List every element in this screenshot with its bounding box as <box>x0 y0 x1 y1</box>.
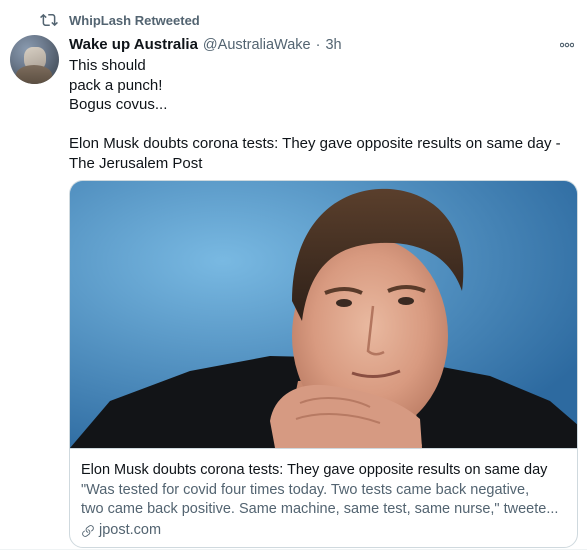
card-title: Elon Musk doubts corona tests: They gave… <box>81 462 548 478</box>
tweet-text-line: pack a punch! <box>69 76 163 94</box>
card-description-line: two came back positive. Same machine, sa… <box>81 501 559 517</box>
tweet-text-line: Elon Musk doubts corona tests: They gave… <box>69 135 561 152</box>
author-name[interactable]: Wake up Australia <box>69 36 198 53</box>
author-handle[interactable]: @AustraliaWake <box>203 37 311 53</box>
tweet-time[interactable]: 3h <box>325 37 341 53</box>
card-image[interactable] <box>70 181 577 448</box>
card-meta[interactable]: Elon Musk doubts corona tests: They gave… <box>70 448 577 547</box>
retweet-icon <box>40 11 58 29</box>
tweet-text-line <box>69 115 574 135</box>
more-icon <box>559 35 575 53</box>
card-description: "Was tested for covid four times today. … <box>81 481 568 519</box>
tweet-text: This should pack a punch! Bogus covus...… <box>69 56 574 173</box>
card-domain[interactable]: jpost.com <box>99 521 161 540</box>
link-icon <box>81 524 95 538</box>
card-description-line: "Was tested for covid four times today. … <box>81 482 530 498</box>
tweet-text-line: Bogus covus... <box>69 96 168 113</box>
tweet-header: Wake up Australia @AustraliaWake · 3h <box>69 36 342 53</box>
card-domain-row: jpost.com <box>81 521 568 540</box>
separator-dot: · <box>315 37 321 53</box>
link-preview-card[interactable]: Elon Musk doubts corona tests: They gave… <box>69 180 578 548</box>
tweet-text-line: The Jerusalem Post <box>69 154 203 172</box>
more-options-button[interactable] <box>556 35 578 53</box>
retweeter-label: WhipLash Retweeted <box>69 12 200 28</box>
tweet-container[interactable]: WhipLash Retweeted Wake up Australia @Au… <box>0 0 587 550</box>
tweet-text-line: This should <box>69 57 146 74</box>
retweet-context[interactable]: WhipLash Retweeted <box>40 11 200 29</box>
avatar[interactable] <box>10 35 59 84</box>
